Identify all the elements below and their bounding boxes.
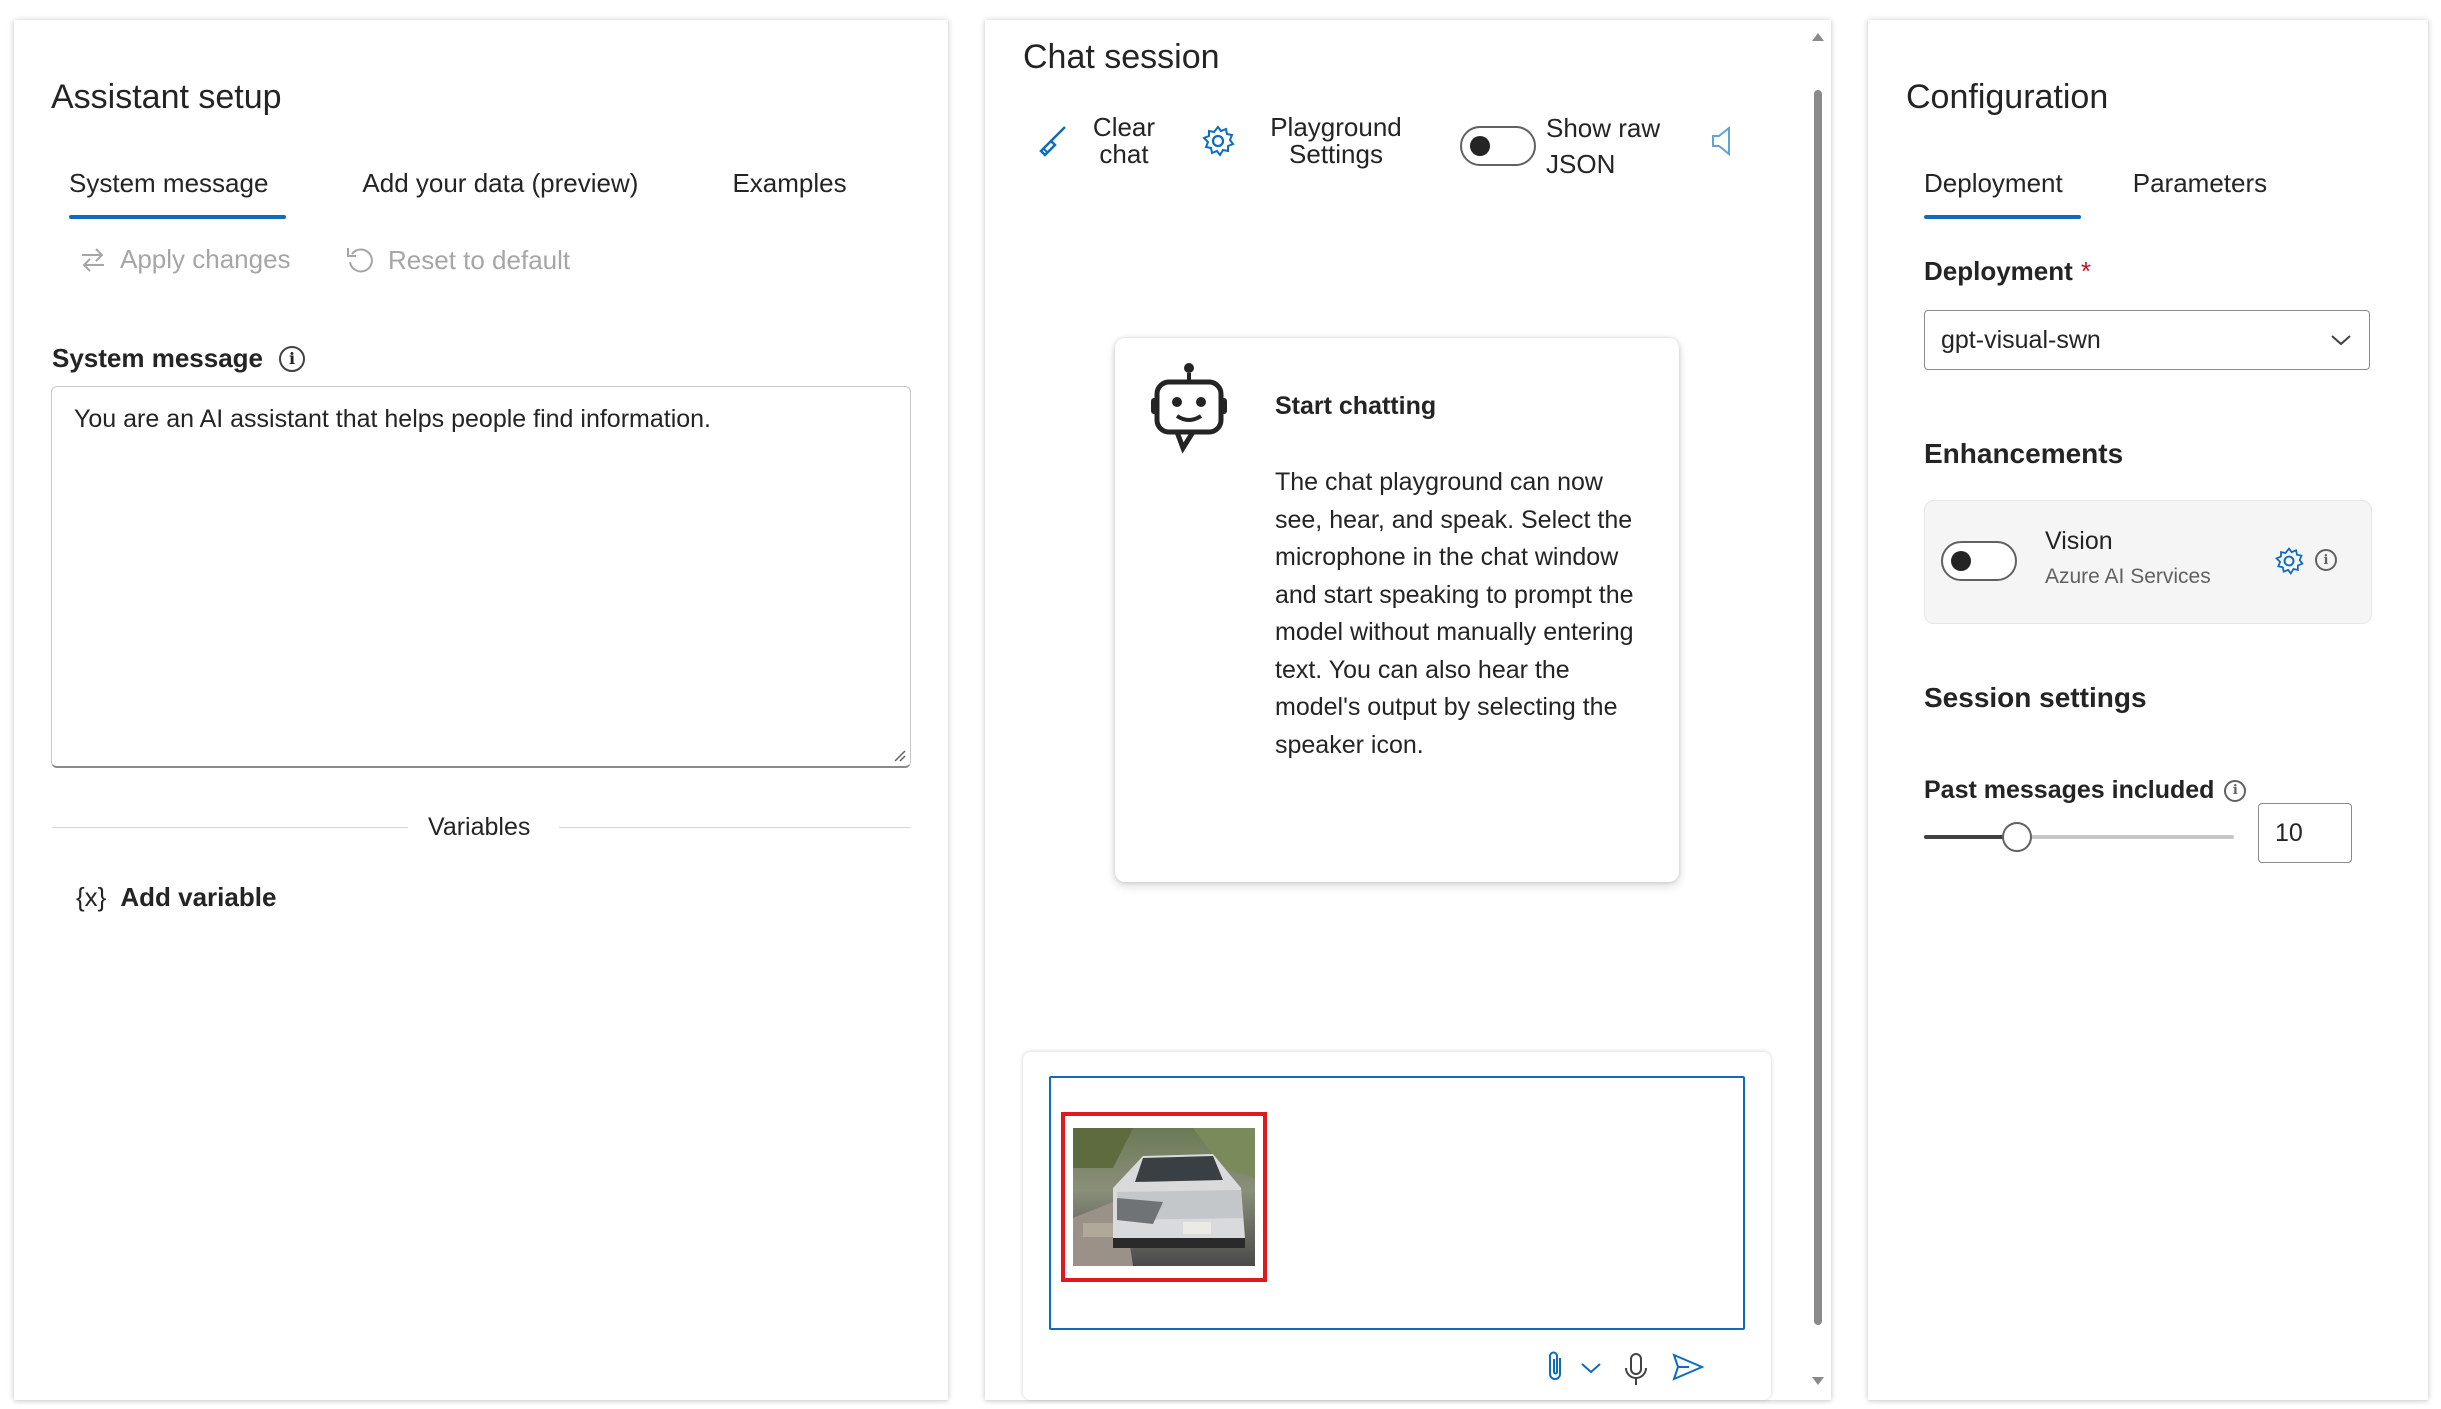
start-chatting-card: Start chatting The chat playground can n… xyxy=(1115,338,1679,882)
configuration-panel: Configuration Deployment Parameters Depl… xyxy=(1868,20,2428,1400)
deployment-label: Deployment xyxy=(1924,256,2073,286)
reset-to-default-button[interactable]: Reset to default xyxy=(344,244,570,276)
session-settings-title: Session settings xyxy=(1924,682,2147,713)
broom-icon xyxy=(1039,126,1066,157)
tab-system-message[interactable]: System message xyxy=(51,168,287,219)
playground-settings-button[interactable]: Playground Settings xyxy=(1200,114,1406,168)
scroll-up-arrow-icon[interactable] xyxy=(1811,32,1825,42)
chat-session-panel: Chat session Clear chat Playground Setti… xyxy=(985,20,1831,1400)
scroll-thumb[interactable] xyxy=(1814,90,1822,1325)
variables-divider-left xyxy=(52,827,408,828)
send-icon[interactable] xyxy=(1671,1352,1705,1382)
past-messages-label: Past messages included xyxy=(1924,776,2215,804)
deployment-label-row: Deployment * xyxy=(1924,256,2091,287)
chat-input-box[interactable] xyxy=(1049,1076,1745,1330)
info-icon[interactable]: i xyxy=(279,345,306,372)
tab-examples[interactable]: Examples xyxy=(714,168,864,199)
chat-input-card xyxy=(1023,1052,1771,1400)
show-raw-json-toggle[interactable] xyxy=(1460,126,1536,166)
chat-scrollbar[interactable] xyxy=(1807,20,1829,1400)
past-messages-value: 10 xyxy=(2275,818,2303,847)
start-chatting-body: The chat playground can now see, hear, a… xyxy=(1275,468,1634,759)
vision-label: Vision xyxy=(2045,527,2113,555)
gear-icon[interactable] xyxy=(2273,545,2305,577)
system-message-label-row: System message i xyxy=(52,343,306,374)
apply-changes-label: Apply changes xyxy=(120,244,291,274)
system-message-textarea[interactable]: You are an AI assistant that helps peopl… xyxy=(51,386,911,768)
apply-changes-button[interactable]: Apply changes xyxy=(78,244,291,275)
resize-grip-icon[interactable] xyxy=(892,748,906,762)
assistant-setup-panel: Assistant setup System message Add your … xyxy=(14,20,948,1400)
past-messages-input[interactable]: 10 xyxy=(2258,803,2352,863)
past-messages-label-row: Past messages included i xyxy=(1924,776,2247,805)
reset-to-default-label: Reset to default xyxy=(388,244,571,275)
microphone-icon[interactable] xyxy=(1623,1352,1649,1388)
speaker-icon[interactable] xyxy=(1709,124,1739,158)
show-raw-json-toggle-row[interactable]: Show raw JSON xyxy=(1460,110,1666,182)
configuration-title: Configuration xyxy=(1906,78,2109,116)
system-message-text: You are an AI assistant that helps peopl… xyxy=(74,405,711,433)
add-variable-label: Add variable xyxy=(120,882,277,912)
vision-toggle[interactable] xyxy=(1941,541,2017,581)
playground-settings-label: Playground Settings xyxy=(1270,112,1402,169)
chevron-down-icon[interactable] xyxy=(1579,1360,1603,1376)
chat-session-title: Chat session xyxy=(1023,38,1220,76)
deployment-select-value: gpt-visual-swn xyxy=(1941,325,2101,354)
tab-deployment[interactable]: Deployment xyxy=(1906,168,2081,219)
variables-label: Variables xyxy=(428,813,531,841)
deployment-select[interactable]: gpt-visual-swn xyxy=(1924,310,2370,370)
assistant-setup-tabs: System message Add your data (preview) E… xyxy=(51,168,923,219)
gear-icon xyxy=(1202,125,1235,157)
clear-chat-label: Clear chat xyxy=(1092,112,1156,169)
info-icon[interactable]: i xyxy=(2315,549,2337,571)
vision-enhancement-card: Vision Azure AI Services i xyxy=(1924,500,2372,624)
start-chatting-title: Start chatting xyxy=(1275,392,1437,420)
variables-divider-right xyxy=(559,827,911,828)
robot-icon xyxy=(1151,363,1227,454)
info-icon[interactable]: i xyxy=(2224,779,2247,802)
chevron-down-icon xyxy=(2331,335,2351,346)
vision-subtitle: Azure AI Services xyxy=(2045,565,2211,588)
enhancements-title: Enhancements xyxy=(1924,438,2124,469)
required-mark: * xyxy=(2080,256,2091,286)
assistant-setup-title: Assistant setup xyxy=(51,78,282,116)
clear-chat-button[interactable]: Clear chat xyxy=(1035,114,1159,168)
add-variable-button[interactable]: {x} Add variable xyxy=(76,882,276,913)
show-raw-json-label: Show raw JSON xyxy=(1546,113,1661,179)
attached-image-thumbnail[interactable] xyxy=(1061,1112,1267,1282)
swap-arrows-icon xyxy=(82,247,104,272)
undo-icon xyxy=(347,248,373,273)
variable-icon: {x} xyxy=(76,882,107,912)
system-message-label: System message xyxy=(52,343,264,373)
tab-parameters[interactable]: Parameters xyxy=(2115,168,2285,199)
scroll-down-arrow-icon[interactable] xyxy=(1811,1376,1825,1386)
car-photo xyxy=(1073,1128,1255,1266)
paperclip-icon[interactable] xyxy=(1545,1350,1567,1384)
configuration-tabs: Deployment Parameters xyxy=(1906,168,2343,219)
tab-add-your-data[interactable]: Add your data (preview) xyxy=(344,168,656,199)
slider-thumb[interactable] xyxy=(2002,822,2032,852)
past-messages-slider[interactable] xyxy=(1924,822,2234,852)
